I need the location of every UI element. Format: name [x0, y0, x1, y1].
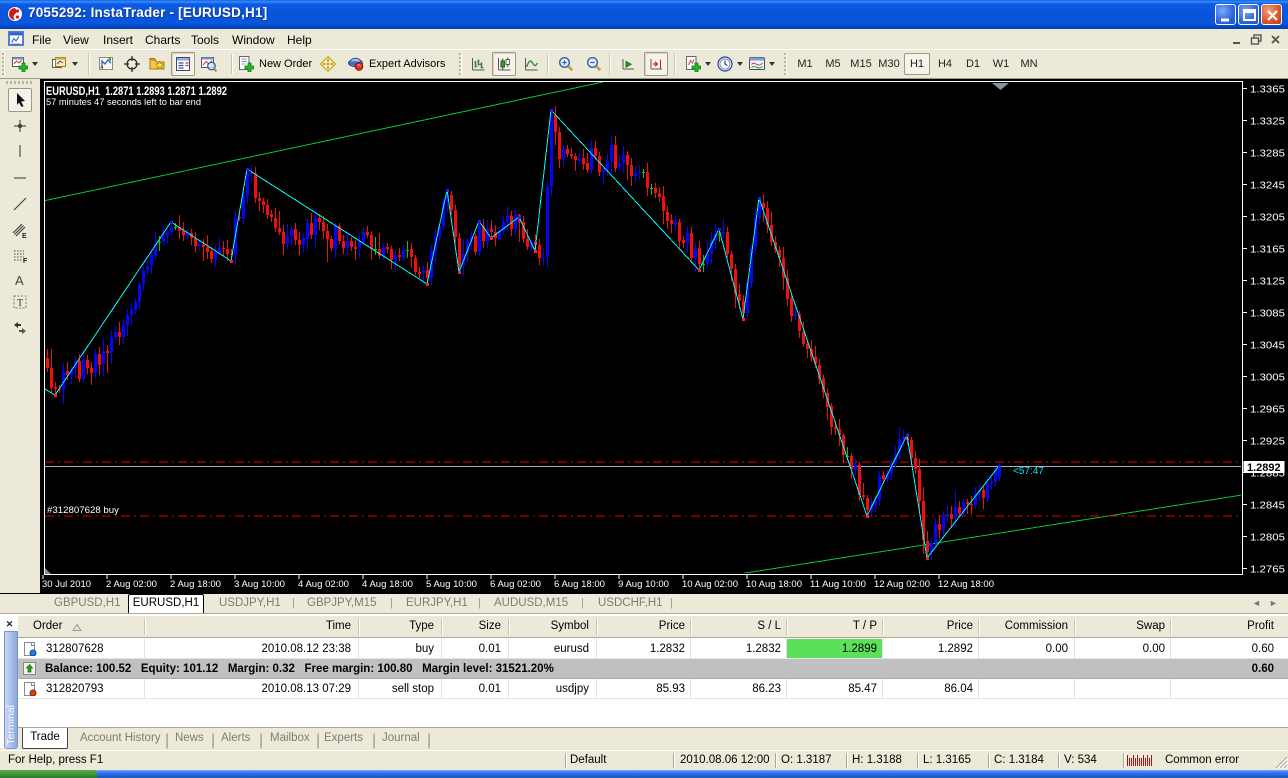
svg-text:12 Aug 02:00: 12 Aug 02:00 — [874, 579, 930, 590]
svg-text:1.2965: 1.2965 — [1250, 404, 1285, 416]
svg-text:1.3325: 1.3325 — [1250, 116, 1285, 128]
svg-text:<57:47: <57:47 — [1013, 466, 1044, 477]
svg-text:1.2845: 1.2845 — [1250, 500, 1285, 512]
svg-text:4 Aug 18:00: 4 Aug 18:00 — [362, 579, 413, 590]
svg-text:6 Aug 02:00: 6 Aug 02:00 — [490, 579, 541, 590]
svg-text:1.2805: 1.2805 — [1250, 532, 1285, 544]
svg-text:3 Aug 10:00: 3 Aug 10:00 — [234, 579, 285, 590]
svg-text:1.3125: 1.3125 — [1250, 276, 1285, 288]
svg-text:1.3045: 1.3045 — [1250, 340, 1285, 352]
svg-text:57 minutes 47 seconds left to: 57 minutes 47 seconds left to bar end — [46, 97, 201, 108]
svg-text:T: T — [17, 298, 23, 309]
svg-text:10 Aug 18:00: 10 Aug 18:00 — [746, 579, 802, 590]
svg-text:1.3285: 1.3285 — [1250, 148, 1285, 160]
svg-text:1.3085: 1.3085 — [1250, 308, 1285, 320]
svg-text:1.3205: 1.3205 — [1250, 212, 1285, 224]
svg-text:2 Aug 02:00: 2 Aug 02:00 — [106, 579, 157, 590]
svg-text:10 Aug 02:00: 10 Aug 02:00 — [682, 579, 738, 590]
svg-text:12 Aug 18:00: 12 Aug 18:00 — [938, 579, 994, 590]
svg-text:1.3005: 1.3005 — [1250, 372, 1285, 384]
svg-text:1.2765: 1.2765 — [1250, 564, 1285, 576]
svg-text:1.3165: 1.3165 — [1250, 244, 1285, 256]
svg-text:2 Aug 18:00: 2 Aug 18:00 — [170, 579, 221, 590]
svg-text:1.2892: 1.2892 — [1247, 462, 1281, 474]
svg-text:#312807628 buy: #312807628 buy — [47, 505, 119, 516]
svg-text:11 Aug 10:00: 11 Aug 10:00 — [810, 579, 866, 590]
svg-text:E: E — [22, 233, 27, 239]
svg-text:1.3365: 1.3365 — [1250, 84, 1285, 96]
svg-text:30 Jul 2010: 30 Jul 2010 — [42, 579, 91, 590]
svg-text:F: F — [23, 258, 28, 264]
svg-text:9 Aug 10:00: 9 Aug 10:00 — [618, 579, 669, 590]
svg-text:1.3245: 1.3245 — [1250, 180, 1285, 192]
svg-text:A: A — [15, 273, 24, 288]
svg-text:5 Aug 10:00: 5 Aug 10:00 — [426, 579, 477, 590]
svg-text:6 Aug 18:00: 6 Aug 18:00 — [554, 579, 605, 590]
svg-text:4 Aug 02:00: 4 Aug 02:00 — [298, 579, 349, 590]
svg-text:1.2925: 1.2925 — [1250, 436, 1285, 448]
